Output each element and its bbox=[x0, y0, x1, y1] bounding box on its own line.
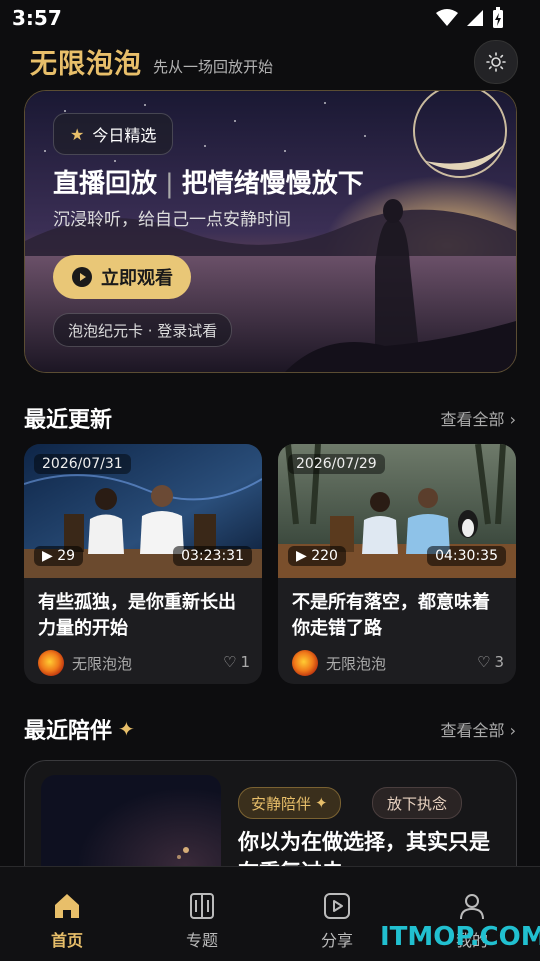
tab-home[interactable]: 首页 bbox=[27, 891, 107, 951]
status-time: 3:57 bbox=[12, 6, 62, 30]
video-duration: 03:23:31 bbox=[173, 546, 252, 566]
hero-title: 直播回放 | 把情绪慢慢放下 bbox=[53, 163, 364, 200]
tab-share[interactable]: 分享 bbox=[297, 891, 377, 951]
like-count: 3 bbox=[494, 653, 504, 671]
author-avatar bbox=[38, 650, 64, 676]
video-author: 无限泡泡 bbox=[292, 650, 386, 676]
companion-section-title-text: 最近陪伴 bbox=[24, 719, 113, 744]
video-title: 有些孤独，是你重新长出力量的开始 bbox=[38, 592, 236, 639]
book-icon bbox=[190, 893, 214, 919]
hero-title-part-a: 直播回放 bbox=[53, 169, 158, 199]
tab-share-label: 分享 bbox=[320, 931, 353, 950]
recent-section-header: 最近更新 查看全部 › bbox=[24, 402, 517, 433]
author-name: 无限泡泡 bbox=[72, 654, 133, 673]
companion-section-header: 最近陪伴 ✦ 查看全部 › bbox=[24, 713, 517, 745]
tag-let-go[interactable]: 放下执念 bbox=[372, 787, 463, 819]
status-bar: 3:57 bbox=[0, 0, 540, 36]
sun-icon bbox=[486, 52, 506, 72]
video-title: 不是所有落空，都意味着你走错了路 bbox=[292, 592, 490, 639]
tag-quiet-companion-label: 安静陪伴 bbox=[251, 794, 312, 813]
star-icon: ★ bbox=[70, 124, 85, 144]
tab-home-label: 首页 bbox=[50, 931, 83, 950]
like-button[interactable]: ♡ 3 bbox=[477, 653, 504, 671]
battery-icon bbox=[493, 7, 503, 28]
wifi-icon bbox=[436, 9, 458, 26]
theme-toggle-button[interactable] bbox=[474, 40, 518, 84]
author-name: 无限泡泡 bbox=[326, 654, 387, 673]
play-circle-icon bbox=[72, 267, 92, 287]
like-button[interactable]: ♡ 1 bbox=[223, 653, 250, 671]
watch-now-label: 立即观看 bbox=[101, 268, 173, 289]
play-icon bbox=[324, 893, 350, 919]
hero-title-separator: | bbox=[165, 169, 174, 199]
user-icon bbox=[460, 894, 484, 920]
site-watermark: ITMOP.COM bbox=[380, 922, 540, 952]
author-avatar bbox=[292, 650, 318, 676]
home-icon bbox=[55, 894, 79, 918]
video-play-count: ▶ 29 bbox=[34, 546, 84, 566]
login-trial-button[interactable]: 泡泡纪元卡 · 登录试看 bbox=[53, 313, 233, 347]
hero-banner[interactable]: ★ 今日精选 直播回放 | 把情绪慢慢放下 沉浸聆听，给自己一点安静时间 立即观看 … bbox=[24, 90, 517, 373]
video-card[interactable]: 2026/07/31 ▶ 29 03:23:31 有些孤独，是你重新长出力量的开… bbox=[24, 444, 262, 684]
tab-topics-label: 专题 bbox=[185, 931, 218, 950]
recent-section-title: 最近更新 bbox=[24, 408, 113, 433]
status-icons bbox=[436, 7, 504, 29]
app-subtitle: 先从一场回放开始 bbox=[153, 58, 274, 76]
video-date: 2026/07/29 bbox=[288, 454, 385, 474]
video-date: 2026/07/31 bbox=[34, 454, 131, 474]
like-count: 1 bbox=[240, 653, 250, 671]
companion-view-all-link[interactable]: 查看全部 › bbox=[441, 717, 517, 741]
app-header: 无限泡泡 先从一场回放开始 bbox=[0, 40, 540, 84]
sparkle-icon: ✦ bbox=[315, 794, 328, 812]
tag-quiet-companion[interactable]: 安静陪伴 ✦ bbox=[238, 787, 341, 819]
sparkle-icon: ✦ bbox=[118, 717, 135, 741]
daily-pick-label: 今日精选 bbox=[92, 126, 157, 145]
app-title: 无限泡泡 bbox=[30, 49, 142, 80]
tab-topics[interactable]: 专题 bbox=[162, 891, 242, 951]
signal-icon bbox=[467, 10, 483, 26]
hero-description: 沉浸聆听，给自己一点安静时间 bbox=[53, 210, 291, 230]
video-card[interactable]: 2026/07/29 ▶ 220 04:30:35 不是所有落空，都意味着你走错… bbox=[278, 444, 516, 684]
heart-icon: ♡ bbox=[477, 653, 491, 671]
recent-view-all-link[interactable]: 查看全部 › bbox=[441, 406, 517, 430]
daily-pick-tag: ★ 今日精选 bbox=[53, 113, 174, 155]
companion-section-title: 最近陪伴 ✦ bbox=[24, 713, 135, 745]
video-duration: 04:30:35 bbox=[427, 546, 506, 566]
hero-title-part-b: 把情绪慢慢放下 bbox=[181, 169, 364, 199]
video-author: 无限泡泡 bbox=[38, 650, 132, 676]
heart-icon: ♡ bbox=[223, 653, 237, 671]
video-play-count: ▶ 220 bbox=[288, 546, 346, 566]
watch-now-button[interactable]: 立即观看 bbox=[53, 255, 191, 299]
